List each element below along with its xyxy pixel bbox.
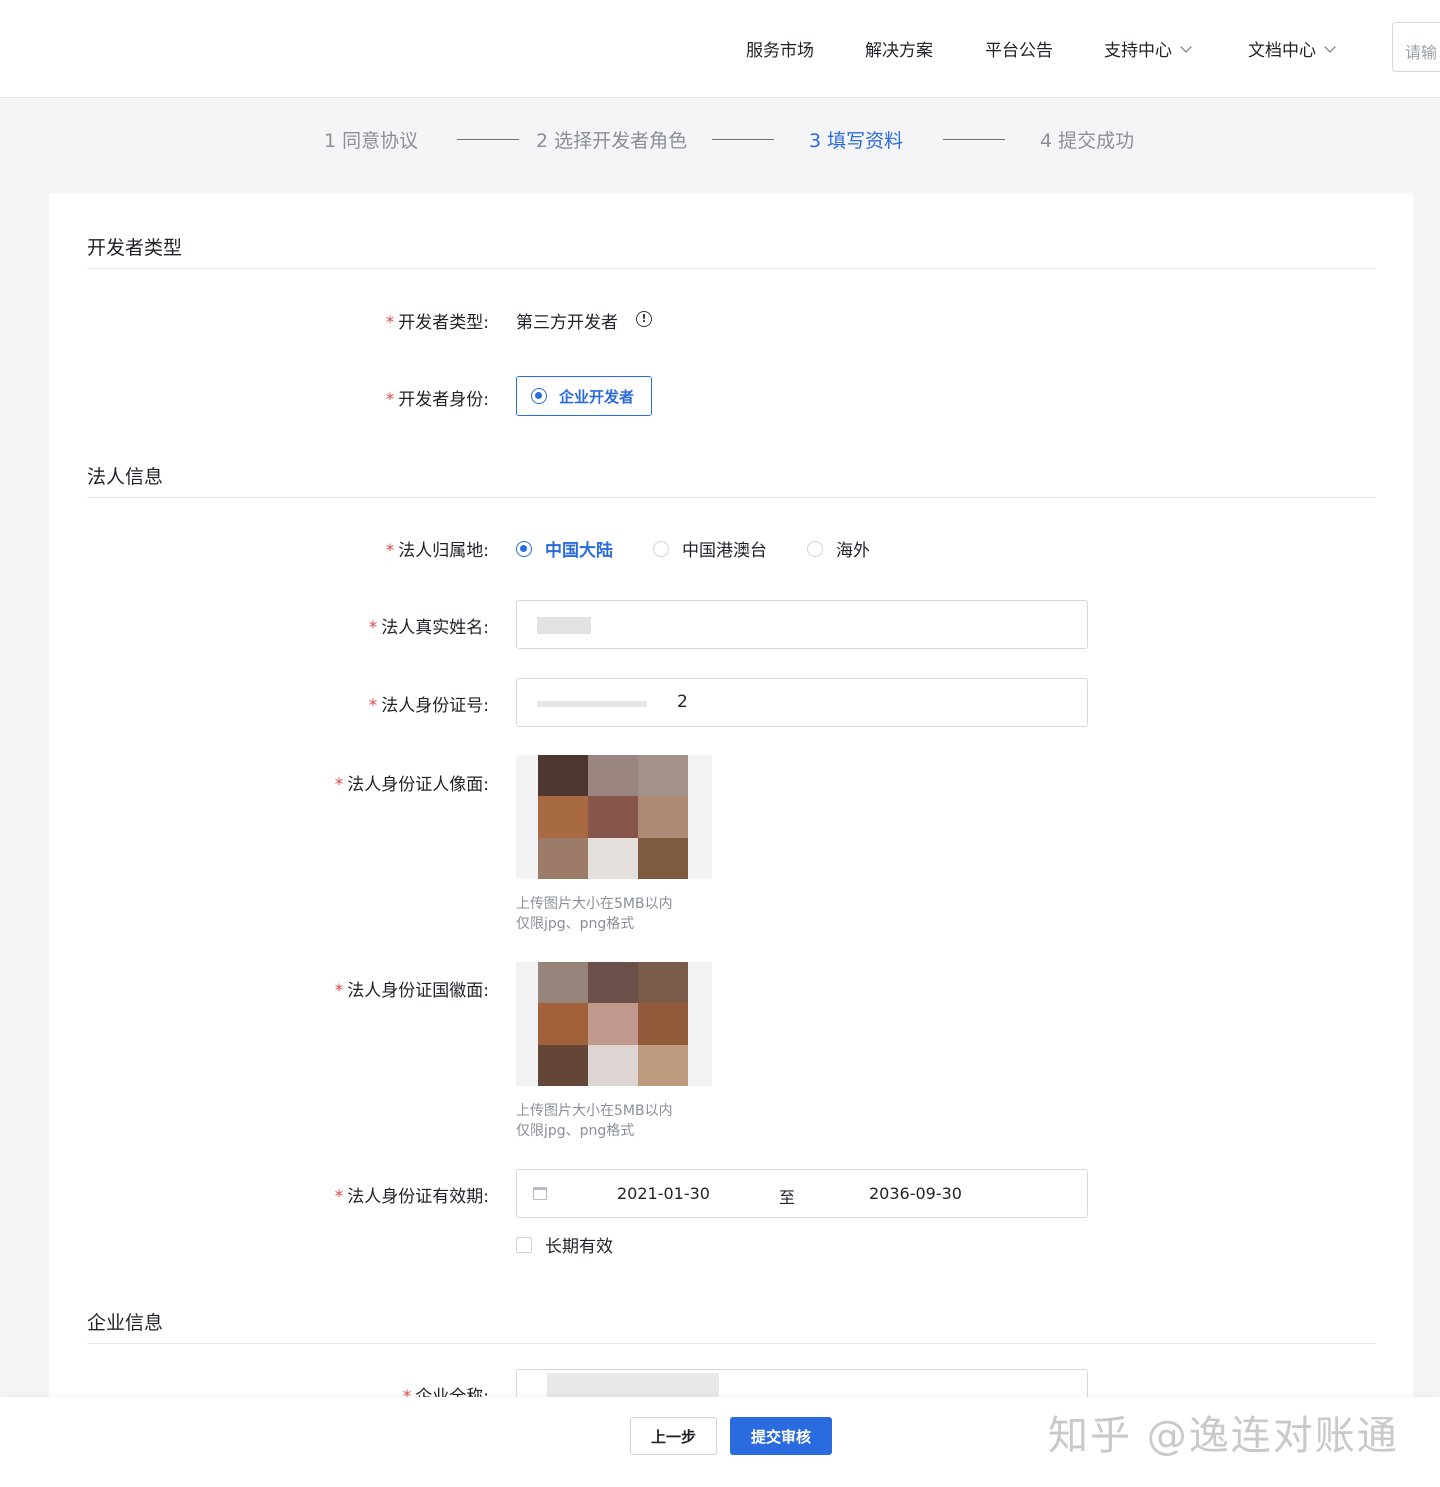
- nav-support-center[interactable]: 支持中心: [1104, 36, 1192, 61]
- redacted-text: [537, 617, 591, 634]
- search-input[interactable]: 请输: [1392, 22, 1440, 72]
- submit-review-button[interactable]: 提交审核: [730, 1417, 832, 1455]
- section-title-company: 企业信息: [87, 1312, 164, 1334]
- upload-hint: 上传图片大小在5MB以内 仅限jpg、png格式: [516, 1103, 673, 1139]
- radio-label: 海外: [836, 541, 870, 561]
- identity-option-label: 企业开发者: [559, 387, 635, 406]
- identity-label: * 开发者身份:: [385, 390, 489, 410]
- previous-step-button[interactable]: 上一步: [630, 1417, 717, 1455]
- calendar-icon: [533, 1187, 547, 1200]
- nav-label: 文档中心: [1248, 41, 1316, 61]
- validity-end[interactable]: 2036-09-30: [869, 1184, 962, 1203]
- section-divider: [87, 268, 1376, 269]
- id-front-label: * 法人身份证人像面:: [334, 775, 489, 795]
- step-connector: [712, 139, 774, 140]
- legal-id-input[interactable]: [516, 678, 1088, 727]
- long-term-checkbox-row[interactable]: 长期有效: [516, 1232, 613, 1257]
- section-divider: [87, 1343, 1376, 1344]
- nav-label: 服务市场: [746, 41, 814, 61]
- section-title-dev-type: 开发者类型: [87, 237, 183, 259]
- nav-label: 支持中心: [1104, 41, 1172, 61]
- step-choose-role: 2 选择开发者角色: [536, 130, 688, 152]
- watermark: 知乎 @逸连对账通: [1048, 1413, 1399, 1459]
- radio-unchecked-icon: [653, 540, 669, 557]
- section-divider: [87, 497, 1376, 498]
- legal-id-label: * 法人身份证号:: [368, 696, 489, 716]
- upload-hint: 上传图片大小在5MB以内 仅限jpg、png格式: [516, 896, 673, 932]
- bottom-action-bar: 上一步 提交审核 知乎 @逸连对账通: [0, 1397, 1440, 1487]
- nav-label: 平台公告: [985, 41, 1053, 61]
- nav-announcements[interactable]: 平台公告: [985, 36, 1053, 61]
- region-option-overseas[interactable]: 海外: [807, 536, 870, 561]
- redacted-text: [547, 1373, 719, 1397]
- radio-label: 中国大陆: [545, 541, 613, 561]
- step-connector: [457, 139, 519, 140]
- radio-label: 中国港澳台: [682, 541, 767, 561]
- dev-type-value: 第三方开发者: [516, 313, 618, 333]
- id-front-image: [538, 755, 688, 879]
- checkbox[interactable]: [516, 1236, 532, 1253]
- step-connector: [943, 139, 1005, 140]
- nav-label: 解决方案: [865, 41, 933, 61]
- nav-service-market[interactable]: 服务市场: [746, 36, 814, 61]
- radio-checked-icon: [516, 540, 532, 557]
- legal-id-tail: 2: [677, 692, 688, 712]
- nav-solutions[interactable]: 解决方案: [865, 36, 933, 61]
- top-nav-bar: 服务市场 解决方案 平台公告 支持中心 文档中心 请输: [0, 0, 1440, 98]
- radio-unchecked-icon: [807, 540, 823, 557]
- validity-start[interactable]: 2021-01-30: [617, 1184, 710, 1203]
- id-back-label: * 法人身份证国徽面:: [334, 981, 489, 1001]
- validity-date-range[interactable]: 2021-01-30 至 2036-09-30: [516, 1169, 1088, 1218]
- id-front-upload[interactable]: [516, 755, 712, 879]
- chevron-down-icon: [1324, 40, 1336, 53]
- info-icon[interactable]: !: [636, 311, 652, 327]
- dev-type-label: * 开发者类型:: [385, 313, 489, 333]
- step-agree: 1 同意协议: [324, 130, 419, 152]
- section-title-legal: 法人信息: [87, 466, 164, 488]
- validity-label: * 法人身份证有效期:: [334, 1187, 489, 1207]
- long-term-label: 长期有效: [545, 1237, 613, 1257]
- nav-docs-center[interactable]: 文档中心: [1248, 36, 1336, 61]
- validity-separator: 至: [779, 1188, 796, 1207]
- legal-name-input[interactable]: [516, 600, 1088, 649]
- chevron-down-icon: [1180, 40, 1192, 53]
- id-back-upload[interactable]: [516, 962, 712, 1086]
- radio-checked-icon: [531, 388, 547, 404]
- region-option-mainland[interactable]: 中国大陆: [516, 536, 613, 561]
- step-fill-info: 3 填写资料: [809, 130, 904, 152]
- region-label: * 法人归属地:: [385, 541, 489, 561]
- id-back-image: [538, 962, 688, 1086]
- identity-option-enterprise[interactable]: 企业开发者: [516, 376, 652, 416]
- form-card: [49, 193, 1413, 1487]
- redacted-text: [537, 701, 647, 707]
- step-submit-success: 4 提交成功: [1040, 130, 1135, 152]
- region-option-hk-mo-tw[interactable]: 中国港澳台: [653, 536, 767, 561]
- legal-name-label: * 法人真实姓名:: [368, 618, 489, 638]
